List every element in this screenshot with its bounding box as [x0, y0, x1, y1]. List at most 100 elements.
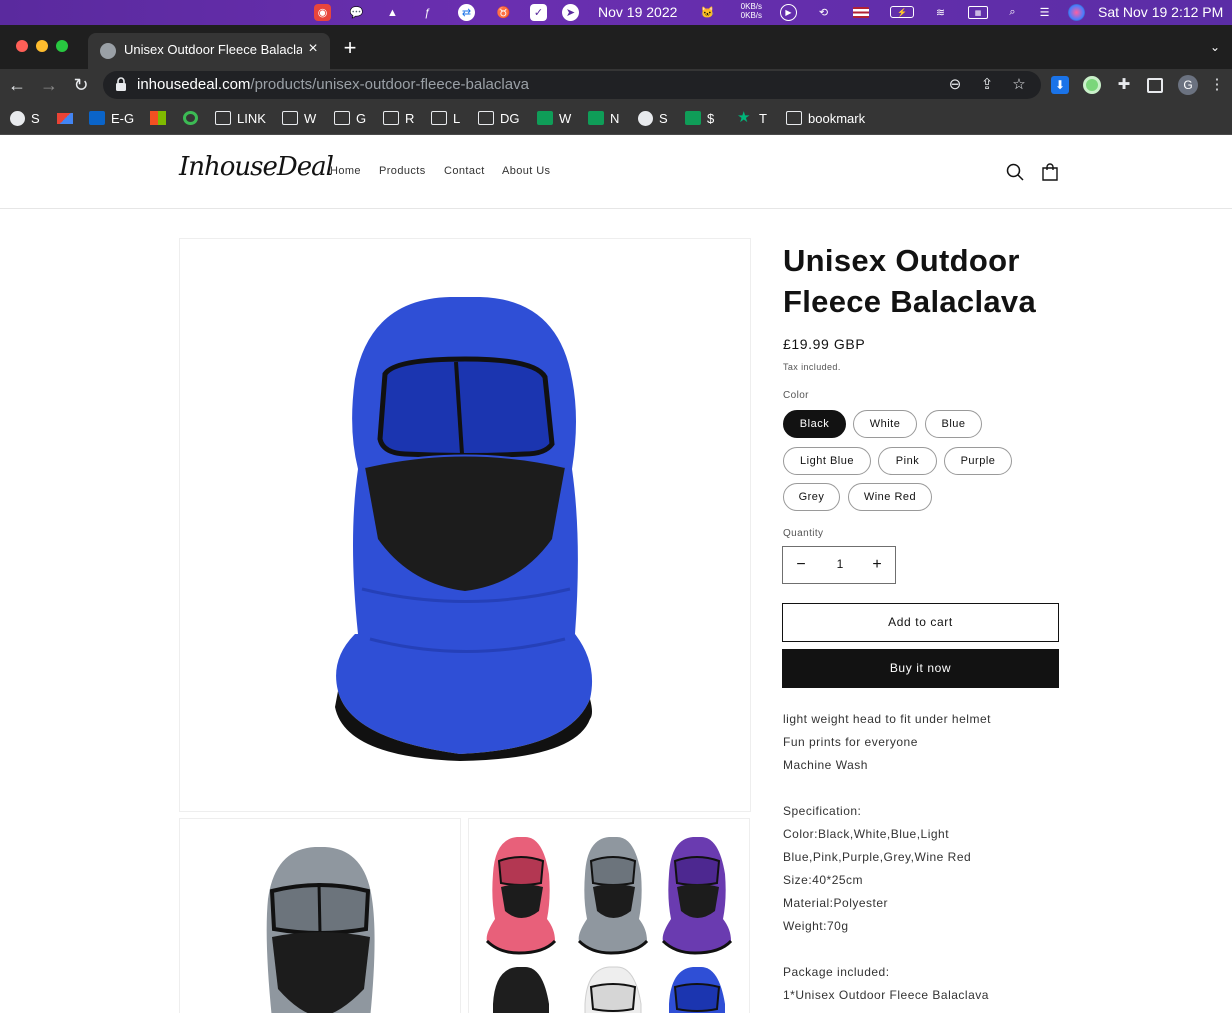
window-zoom-button[interactable] [56, 40, 68, 52]
quantity-input[interactable]: 1 [825, 557, 855, 571]
description-line: Specification: [783, 804, 862, 818]
product-price: £19.99 GBP [783, 336, 866, 352]
tab-title: Unisex Outdoor Fleece Balaclava [124, 42, 302, 57]
bookmark-label: E-G [111, 110, 135, 126]
sheets-icon [537, 111, 553, 125]
folder-icon [431, 111, 447, 125]
spotlight-search-icon[interactable]: ⌕ [1004, 4, 1021, 21]
url-domain: inhousedeal.com [137, 76, 251, 93]
product-main-image[interactable] [179, 238, 751, 812]
script-icon[interactable]: ƒ [419, 4, 436, 21]
extensions-puzzle-icon[interactable]: ✚ [1115, 76, 1133, 94]
window-minimize-button[interactable] [36, 40, 48, 52]
bookmark-folder[interactable]: LINK [215, 109, 266, 127]
sheets-icon [685, 111, 701, 125]
color-option-grey[interactable]: Grey [783, 483, 840, 511]
app-icon-red[interactable]: ◉ [314, 4, 331, 21]
wechat-icon[interactable]: 💬 [348, 4, 365, 21]
site-logo[interactable]: InhouseDeal [179, 152, 334, 182]
bookmark-label: DG [500, 110, 520, 126]
forward-button[interactable]: → [38, 74, 60, 96]
side-panel-icon[interactable] [1147, 78, 1163, 93]
description-line: Material:Polyester [783, 896, 889, 910]
bookmark-item[interactable]: S [638, 109, 668, 127]
globe-icon [638, 110, 653, 126]
new-tab-button[interactable]: + [340, 37, 360, 59]
close-icon[interactable]: × [304, 40, 322, 58]
minus-icon[interactable]: − [791, 555, 811, 575]
bookmark-folder[interactable]: L [431, 109, 460, 127]
green-extension-icon[interactable] [1083, 76, 1101, 94]
color-option-pink[interactable]: Pink [878, 447, 937, 475]
siri-icon[interactable] [1068, 4, 1085, 21]
back-button[interactable]: ← [6, 74, 28, 96]
color-option-wine-red[interactable]: Wine Red [848, 483, 932, 511]
cow-icon[interactable]: ♉ [495, 4, 512, 21]
bookmark-item[interactable] [150, 109, 172, 127]
bookmark-label: S [31, 110, 40, 126]
url-path: /products/unisex-outdoor-fleece-balaclav… [250, 76, 529, 93]
menubar-date[interactable]: Nov 19 2022 [598, 4, 677, 20]
bookmark-item[interactable]: ★ T [737, 109, 767, 127]
profile-avatar[interactable]: G [1178, 75, 1198, 95]
bookmark-item[interactable]: W [537, 109, 571, 127]
keyboard-icon[interactable]: ▦ [968, 6, 988, 19]
qq-icon[interactable]: ▲ [384, 4, 401, 21]
menubar-clock[interactable]: Sat Nov 19 2:12 PM [1098, 4, 1223, 20]
color-option-black[interactable]: Black [783, 410, 846, 438]
description-line: 1*Unisex Outdoor Fleece Balaclava [783, 988, 989, 1002]
chevron-down-icon[interactable]: ⌄ [1210, 40, 1220, 54]
cat-icon[interactable]: 🐱 [699, 4, 716, 21]
wifi-icon[interactable]: ≋ [932, 4, 949, 21]
url-text[interactable]: inhousedeal.com/products/unisex-outdoor-… [137, 76, 529, 93]
nav-contact[interactable]: Contact [444, 165, 485, 177]
us-flag-icon[interactable] [853, 7, 869, 18]
share-icon[interactable]: ⇪ [978, 76, 996, 94]
bookmark-star-icon[interactable]: ☆ [1010, 76, 1028, 94]
time-machine-icon[interactable]: ⟲ [815, 4, 832, 21]
bookmark-folder[interactable]: R [383, 109, 414, 127]
folder-icon [478, 111, 494, 125]
nav-products[interactable]: Products [379, 165, 426, 177]
teamviewer-icon[interactable]: ⇄ [458, 4, 475, 21]
bookmark-folder[interactable]: G [334, 109, 366, 127]
tax-note: Tax included. [783, 362, 841, 372]
bookmark-item[interactable]: N [588, 109, 619, 127]
checkmark-icon[interactable]: ✓ [530, 4, 547, 21]
window-close-button[interactable] [16, 40, 28, 52]
search-icon[interactable] [1005, 162, 1025, 182]
bookmark-item[interactable] [57, 109, 79, 127]
bookmark-folder[interactable]: DG [478, 109, 520, 127]
color-option-purple[interactable]: Purple [944, 447, 1012, 475]
bookmark-folder[interactable]: W [282, 109, 316, 127]
control-center-icon[interactable]: ☰ [1036, 4, 1053, 21]
color-option-white[interactable]: White [853, 410, 917, 438]
nav-home[interactable]: Home [330, 165, 361, 177]
add-to-cart-button[interactable]: Add to cart [782, 603, 1059, 642]
more-menu-icon[interactable]: ⋮ [1208, 76, 1226, 94]
buy-now-button[interactable]: Buy it now [782, 649, 1059, 688]
cart-icon[interactable] [1040, 162, 1060, 182]
zoom-icon[interactable]: ⊖ [946, 76, 964, 94]
plus-icon[interactable]: + [867, 555, 887, 575]
outlook-icon [89, 111, 105, 125]
color-option-blue[interactable]: Blue [925, 410, 982, 438]
bookmark-label: S [659, 110, 668, 126]
battery-icon[interactable]: ⚡ [890, 6, 914, 18]
bookmark-item[interactable]: S [10, 109, 40, 127]
product-thumbnail-grey[interactable] [179, 818, 461, 1013]
download-extension-icon[interactable]: ⬇ [1051, 76, 1069, 94]
product-thumbnail-colors[interactable] [468, 818, 750, 1013]
bookmark-folder[interactable]: bookmark [786, 109, 865, 127]
nav-about-us[interactable]: About Us [502, 165, 550, 177]
bookmark-item[interactable]: E-G [89, 109, 134, 127]
navigation-icon[interactable]: ➤ [562, 4, 579, 21]
bookmark-item[interactable] [183, 109, 204, 127]
reload-button[interactable]: ↻ [70, 74, 92, 96]
play-icon[interactable]: ▶ [780, 4, 797, 21]
color-option-light-blue[interactable]: Light Blue [783, 447, 871, 475]
bookmark-item[interactable]: $ [685, 109, 714, 127]
bookmark-label: W [304, 110, 317, 126]
browser-tab-active[interactable]: Unisex Outdoor Fleece Balaclava × [88, 33, 330, 69]
bookmark-label: LINK [237, 110, 266, 126]
